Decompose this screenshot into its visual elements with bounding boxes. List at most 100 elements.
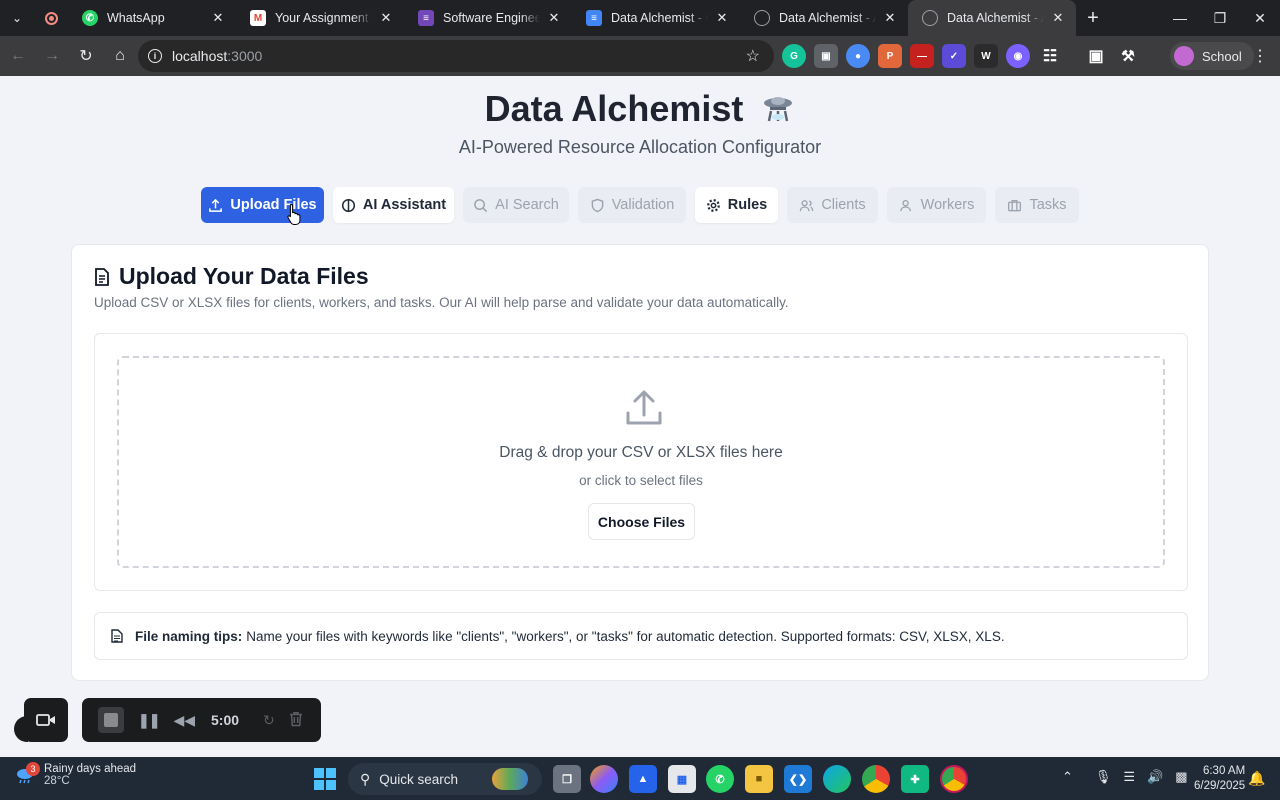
tab-label: Validation xyxy=(611,197,675,213)
compass-extension-icon[interactable]: ● xyxy=(846,44,870,68)
pause-icon[interactable]: ❚❚ xyxy=(138,712,160,729)
file-naming-tips: File naming tips: Name your files with k… xyxy=(94,612,1188,660)
blocker-extension-icon[interactable]: — xyxy=(910,44,934,68)
close-tab-icon[interactable]: ✕ xyxy=(882,10,898,26)
new-tab-plus-icon[interactable]: + xyxy=(1076,0,1110,36)
upload-heading: Upload Your Data Files xyxy=(119,263,369,289)
reload-icon[interactable]: ↻ xyxy=(70,40,102,72)
bookmark-star-icon[interactable]: ☆ xyxy=(746,46,760,66)
tab-search-chevron-icon[interactable]: ⌄ xyxy=(0,0,34,36)
close-tab-icon[interactable]: ✕ xyxy=(210,10,226,26)
tab-ai-search[interactable]: AI Search xyxy=(463,187,569,223)
edge-icon[interactable] xyxy=(823,765,851,793)
minimize-icon[interactable]: — xyxy=(1160,0,1200,36)
tab-validation[interactable]: Validation xyxy=(578,187,686,223)
tab-rules[interactable]: Rules xyxy=(695,187,778,223)
docs-icon: ≡ xyxy=(586,10,602,26)
tab-workers[interactable]: Workers xyxy=(887,187,986,223)
puzzle-extensions-icon[interactable]: ☷ xyxy=(1038,44,1062,68)
camera-button[interactable] xyxy=(24,698,68,742)
profile-button[interactable]: School xyxy=(1170,42,1254,70)
file-explorer-icon[interactable]: ■ xyxy=(745,765,773,793)
section-tabs: Upload Files AI Assistant AI Search Vali… xyxy=(201,187,1079,223)
whatsapp-taskbar-icon[interactable]: ✆ xyxy=(706,765,734,793)
site-info-icon[interactable]: i xyxy=(148,49,162,63)
clock-time: 6:30 AM xyxy=(1202,765,1246,777)
close-tab-icon[interactable]: ✕ xyxy=(378,10,394,26)
user-icon xyxy=(899,199,911,211)
close-tab-icon[interactable]: ✕ xyxy=(546,10,562,26)
browser-tab-data-alchemist[interactable]: Data Alchemist - AI Re ✕ xyxy=(740,0,908,36)
cast-icon[interactable]: ⚒ xyxy=(1116,44,1140,68)
task-view-icon[interactable]: ❐ xyxy=(553,765,581,793)
recording-indicator-icon[interactable] xyxy=(34,0,68,36)
weather-badge: 3 xyxy=(26,762,40,776)
browser-tab-gmail[interactable]: M Your Assignment for th ✕ xyxy=(236,0,404,36)
tab-label: Rules xyxy=(727,197,768,213)
recording-timer: 5:00 xyxy=(211,712,240,728)
copilot-icon[interactable] xyxy=(590,765,618,793)
browser-tab-docs[interactable]: ≡ Data Alchemist - Goo ✕ xyxy=(572,0,740,36)
taskbar-clock[interactable]: 6:30 AM 6/29/2025 xyxy=(1194,764,1245,794)
home-icon[interactable]: ⌂ xyxy=(104,40,136,72)
windows-start-icon[interactable] xyxy=(314,768,336,790)
checkmark-extension-icon[interactable]: ✓ xyxy=(942,44,966,68)
page-subtitle: AI-Powered Resource Allocation Configura… xyxy=(458,137,822,157)
alembic-icon xyxy=(761,91,795,132)
battery-icon[interactable]: ▩ xyxy=(1175,769,1187,785)
gear-icon xyxy=(706,198,720,212)
vscode-icon[interactable]: ❮❯ xyxy=(784,765,812,793)
taskbar-search-box[interactable]: ⚲ Quick search xyxy=(348,763,542,795)
choose-files-button[interactable]: Choose Files xyxy=(588,503,695,540)
volume-icon[interactable]: 🔊 xyxy=(1147,769,1163,785)
grammarly-icon[interactable]: G xyxy=(782,44,806,68)
tips-text: Name your files with keywords like "clie… xyxy=(246,628,1005,644)
close-window-icon[interactable]: ✕ xyxy=(1240,0,1280,36)
extension-icons: G ▣ ● P — ✓ W ◉ ☷ ▣ ⚒ xyxy=(782,44,1140,68)
document-extension-icon[interactable]: ▣ xyxy=(814,44,838,68)
address-bar[interactable]: i localhost:3000 ☆ xyxy=(138,40,774,72)
close-tab-icon[interactable]: ✕ xyxy=(714,10,730,26)
forward-arrow-icon[interactable]: → xyxy=(36,40,68,72)
tab-tasks[interactable]: Tasks xyxy=(995,187,1079,223)
screenshot-icon[interactable]: ▣ xyxy=(1084,44,1108,68)
rewind-icon[interactable]: ◀◀ xyxy=(173,712,195,729)
tab-label: Upload Files xyxy=(230,197,317,213)
browser-tab-forms[interactable]: ≡ Software Engineering ✕ xyxy=(404,0,572,36)
stop-recording-button[interactable] xyxy=(98,707,124,733)
notification-bell-icon[interactable]: 🔔 xyxy=(1248,770,1265,787)
forms-icon: ≡ xyxy=(418,10,434,26)
word-extension-icon[interactable]: W xyxy=(974,44,998,68)
notification-extension-icon[interactable]: ◉ xyxy=(1006,44,1030,68)
restore-icon[interactable]: ❐ xyxy=(1200,0,1240,36)
browser-menu-icon[interactable]: ⋮ xyxy=(1252,46,1268,66)
briefcase-icon xyxy=(1008,199,1022,211)
dropzone-subtext: or click to select files xyxy=(579,473,703,488)
tab-label: Tasks xyxy=(1029,197,1067,213)
restart-icon[interactable]: ↻ xyxy=(263,712,275,729)
chevron-up-icon[interactable]: ⌃ xyxy=(1062,769,1073,785)
windows-taskbar: 3 Rainy days ahead 28°C ⚲ Quick search ❐… xyxy=(0,757,1280,800)
tab-clients[interactable]: Clients xyxy=(787,187,878,223)
file-dropzone[interactable]: Drag & drop your CSV or XLSX files here … xyxy=(117,356,1165,568)
chrome-profile-icon[interactable] xyxy=(940,765,968,793)
app-grid-icon[interactable]: ✚ xyxy=(901,765,929,793)
browser-tab-active[interactable]: Data Alchemist - AI Re ✕ xyxy=(908,0,1076,36)
store-icon[interactable]: ▦ xyxy=(668,765,696,793)
url-host: localhost xyxy=(172,48,228,64)
chrome-taskbar-icon[interactable] xyxy=(862,765,890,793)
tab-label: AI Search xyxy=(495,197,559,213)
weather-widget[interactable]: 3 Rainy days ahead 28°C xyxy=(14,762,136,787)
azure-icon[interactable]: ▲ xyxy=(629,765,657,793)
microphone-icon[interactable]: 🎙 xyxy=(1095,769,1112,785)
back-arrow-icon[interactable]: ← xyxy=(2,40,34,72)
tab-ai-assistant[interactable]: AI Assistant xyxy=(333,187,454,223)
powerpoint-extension-icon[interactable]: P xyxy=(878,44,902,68)
tab-upload-files[interactable]: Upload Files xyxy=(201,187,324,223)
clock-date: 6/29/2025 xyxy=(1194,780,1246,792)
taskbar-search-label: Quick search xyxy=(379,771,459,787)
trash-icon[interactable] xyxy=(289,711,303,730)
wifi-icon[interactable]: ☰ xyxy=(1123,769,1135,785)
close-tab-icon[interactable]: ✕ xyxy=(1050,10,1066,26)
browser-tab-whatsapp[interactable]: ✆ WhatsApp ✕ xyxy=(68,0,236,36)
